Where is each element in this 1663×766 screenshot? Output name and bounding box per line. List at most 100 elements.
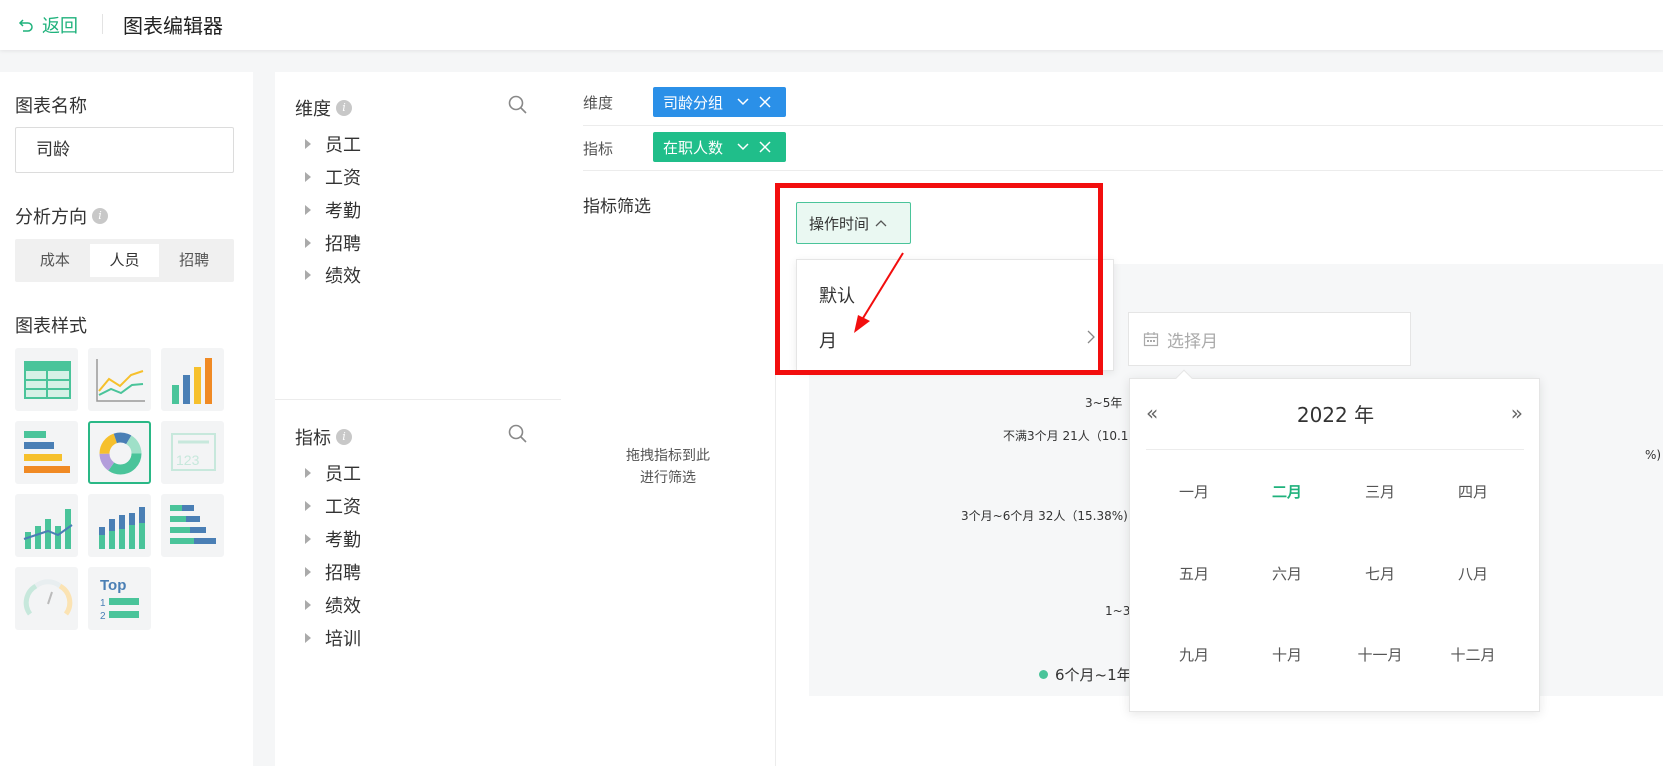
top-ranking-tile[interactable]: Top 1 2 bbox=[88, 567, 151, 630]
caret-right-icon bbox=[305, 238, 311, 248]
chart-label: %) bbox=[1645, 448, 1662, 462]
table-chart-tile[interactable] bbox=[15, 348, 78, 411]
donut-chart-icon bbox=[99, 432, 142, 475]
top-tile-rank-1: 1 bbox=[100, 598, 106, 609]
chart-name-label: 图表名称 bbox=[15, 96, 87, 117]
chevron-down-icon[interactable] bbox=[737, 98, 749, 106]
dimension-tree-item[interactable]: 考勤 bbox=[305, 197, 361, 223]
calendar-year-label[interactable]: 2022 年 bbox=[1130, 399, 1541, 428]
month-picker-panel: « 2022 年 » 一月 二月 三月 四月 五月 六月 七月 八月 九月 十月… bbox=[1129, 369, 1541, 712]
metric-tree-item[interactable]: 培训 bbox=[305, 625, 361, 651]
bar-chart-tile[interactable] bbox=[161, 348, 224, 411]
metric-tree-item[interactable]: 招聘 bbox=[305, 559, 361, 585]
month-picker-input[interactable]: 选择月 bbox=[1128, 312, 1411, 366]
dimension-tree-item[interactable]: 工资 bbox=[305, 164, 361, 190]
caret-right-icon bbox=[305, 172, 311, 182]
back-label: 返回 bbox=[42, 16, 78, 37]
close-icon[interactable] bbox=[759, 141, 771, 153]
caret-right-icon bbox=[305, 468, 311, 478]
chart-style-label: 图表样式 bbox=[15, 316, 87, 337]
caret-right-icon bbox=[305, 534, 311, 544]
month-cell[interactable]: 八月 bbox=[1433, 563, 1513, 584]
dimension-tree-item[interactable]: 绩效 bbox=[305, 262, 361, 288]
horizontal-bar-chart-icon bbox=[24, 431, 70, 473]
left-panel: 图表名称 司龄 分析方向 i 成本 人员 招聘 图表样式 123 Top 1 2 bbox=[0, 72, 253, 766]
metric-tree-item[interactable]: 工资 bbox=[305, 493, 361, 519]
bar-line-combo-tile[interactable] bbox=[15, 494, 78, 557]
horizontal-bar-tile[interactable] bbox=[15, 421, 78, 484]
chevron-down-icon[interactable] bbox=[737, 143, 749, 151]
search-icon[interactable] bbox=[508, 95, 528, 115]
month-cell[interactable]: 十月 bbox=[1247, 644, 1327, 665]
stacked-bar-icon bbox=[99, 507, 145, 549]
caret-right-icon bbox=[305, 205, 311, 215]
close-icon[interactable] bbox=[759, 96, 771, 108]
month-cell[interactable]: 六月 bbox=[1247, 563, 1327, 584]
next-year-button[interactable]: » bbox=[1511, 401, 1523, 425]
info-icon: i bbox=[336, 429, 352, 445]
direction-option-people[interactable]: 人员 bbox=[89, 244, 160, 277]
month-cell[interactable]: 七月 bbox=[1340, 563, 1420, 584]
info-icon: i bbox=[92, 208, 108, 224]
chart-name-input[interactable]: 司龄 bbox=[15, 127, 234, 173]
gauge-chart-tile[interactable] bbox=[15, 567, 78, 630]
undo-icon bbox=[18, 19, 33, 32]
number-card-tile[interactable]: 123 bbox=[161, 421, 224, 484]
calendar-divider bbox=[1146, 449, 1524, 450]
bar-chart-icon bbox=[172, 358, 212, 404]
metric-tree-item[interactable]: 考勤 bbox=[305, 526, 361, 552]
dimension-chip[interactable]: 司龄分组 bbox=[653, 87, 786, 117]
calendar-icon bbox=[1143, 332, 1159, 347]
page-title: 图表编辑器 bbox=[123, 14, 223, 38]
month-cell-selected[interactable]: 二月 bbox=[1247, 481, 1327, 502]
caret-right-icon bbox=[305, 501, 311, 511]
chevron-up-icon bbox=[875, 220, 887, 227]
section-divider bbox=[275, 399, 561, 400]
top-bar: 返回 图表编辑器 bbox=[0, 0, 1663, 50]
donut-chart-tile[interactable] bbox=[88, 421, 151, 484]
direction-option-recruit[interactable]: 招聘 bbox=[159, 244, 229, 277]
month-cell[interactable]: 一月 bbox=[1154, 481, 1234, 502]
dropdown-item-month[interactable]: 月 bbox=[819, 327, 837, 353]
chart-label: 3个月~6个月 32人（15.38%) bbox=[961, 509, 1128, 523]
top-tile-rank-2: 2 bbox=[100, 611, 106, 622]
dimension-tree-item[interactable]: 招聘 bbox=[305, 230, 361, 256]
chart-legend-item[interactable]: 6个月~1年 bbox=[1039, 664, 1132, 685]
metric-tree-item[interactable]: 员工 bbox=[305, 460, 361, 486]
gauge-chart-icon bbox=[23, 579, 73, 616]
dimension-tree-item[interactable]: 员工 bbox=[305, 131, 361, 157]
line-chart-tile[interactable] bbox=[88, 348, 151, 411]
metric-chip[interactable]: 在职人数 bbox=[653, 132, 786, 162]
month-cell[interactable]: 五月 bbox=[1154, 563, 1234, 584]
direction-option-cost[interactable]: 成本 bbox=[20, 244, 90, 277]
month-cell[interactable]: 九月 bbox=[1154, 644, 1234, 665]
vertical-divider bbox=[775, 252, 776, 766]
stacked-horizontal-bar-tile[interactable] bbox=[161, 494, 224, 557]
drop-zone-hint[interactable]: 拖拽指标到此进行筛选 bbox=[620, 445, 716, 489]
back-button[interactable]: 返回 bbox=[18, 12, 78, 38]
month-cell[interactable]: 三月 bbox=[1340, 481, 1420, 502]
annotation-arrow bbox=[854, 252, 904, 333]
analysis-direction-label: 分析方向 i bbox=[15, 203, 108, 229]
caret-right-icon bbox=[305, 567, 311, 577]
operation-time-button[interactable]: 操作时间 bbox=[796, 202, 911, 244]
month-cell[interactable]: 十二月 bbox=[1433, 644, 1513, 665]
bar-line-combo-icon bbox=[23, 509, 73, 549]
metric-tree-item[interactable]: 绩效 bbox=[305, 592, 361, 618]
month-cell[interactable]: 四月 bbox=[1433, 481, 1513, 502]
analysis-direction-toggle: 成本 人员 招聘 bbox=[15, 239, 234, 282]
time-filter-dropdown: 默认 月 bbox=[796, 259, 1114, 371]
stacked-horizontal-bar-icon bbox=[170, 505, 216, 544]
legend-dot bbox=[1039, 670, 1048, 679]
row-divider bbox=[583, 125, 1663, 126]
metric-row-label: 指标 bbox=[583, 140, 614, 158]
search-icon[interactable] bbox=[508, 424, 528, 444]
caret-right-icon bbox=[305, 270, 311, 280]
field-panel: 维度 i 员工 工资 考勤 招聘 绩效 指标 i 员工 工资 考勤 招聘 绩效 … bbox=[275, 72, 561, 766]
row-divider bbox=[583, 170, 1663, 171]
stacked-bar-tile[interactable] bbox=[88, 494, 151, 557]
month-cell[interactable]: 十一月 bbox=[1340, 644, 1420, 665]
number-card-icon: 123 bbox=[171, 433, 216, 471]
top-ranking-icon: Top 1 2 bbox=[100, 577, 139, 622]
caret-right-icon bbox=[305, 633, 311, 643]
